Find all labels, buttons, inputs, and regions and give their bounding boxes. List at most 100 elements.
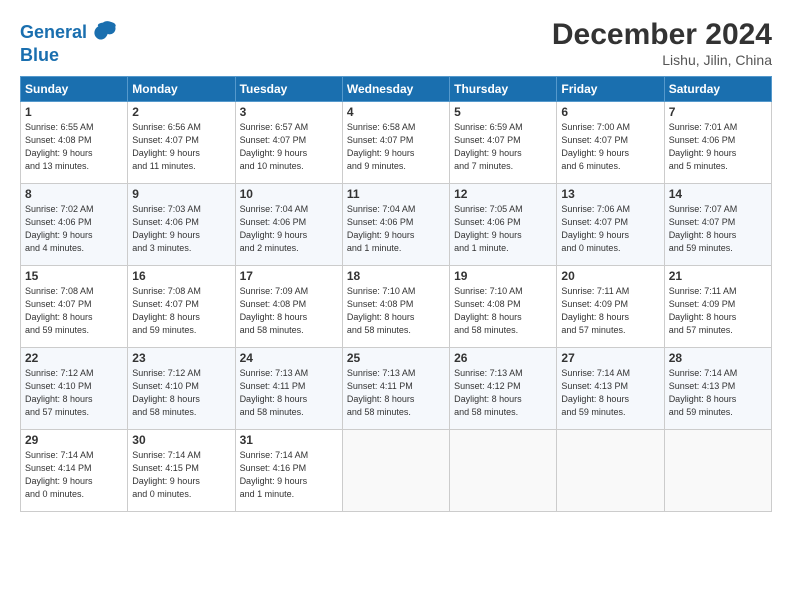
day-number: 23 xyxy=(132,351,230,365)
day-info: Sunrise: 7:06 AMSunset: 4:07 PMDaylight:… xyxy=(561,203,659,255)
day-cell-28: 28 Sunrise: 7:14 AMSunset: 4:13 PMDaylig… xyxy=(664,348,771,430)
day-number: 16 xyxy=(132,269,230,283)
day-number: 19 xyxy=(454,269,552,283)
day-cell-20: 20 Sunrise: 7:11 AMSunset: 4:09 PMDaylig… xyxy=(557,266,664,348)
day-number: 5 xyxy=(454,105,552,119)
day-number: 8 xyxy=(25,187,123,201)
day-cell-2: 2 Sunrise: 6:56 AMSunset: 4:07 PMDayligh… xyxy=(128,102,235,184)
day-number: 28 xyxy=(669,351,767,365)
day-cell-27: 27 Sunrise: 7:14 AMSunset: 4:13 PMDaylig… xyxy=(557,348,664,430)
month-title: December 2024 xyxy=(552,18,772,52)
week-row-3: 15 Sunrise: 7:08 AMSunset: 4:07 PMDaylig… xyxy=(21,266,772,348)
day-info: Sunrise: 6:58 AMSunset: 4:07 PMDaylight:… xyxy=(347,121,445,173)
logo-blue: Blue xyxy=(20,46,59,64)
week-row-5: 29 Sunrise: 7:14 AMSunset: 4:14 PMDaylig… xyxy=(21,430,772,512)
day-info: Sunrise: 7:03 AMSunset: 4:06 PMDaylight:… xyxy=(132,203,230,255)
th-tuesday: Tuesday xyxy=(235,77,342,102)
day-number: 2 xyxy=(132,105,230,119)
day-number: 21 xyxy=(669,269,767,283)
empty-cell xyxy=(342,430,449,512)
day-number: 22 xyxy=(25,351,123,365)
calendar: Sunday Monday Tuesday Wednesday Thursday… xyxy=(20,76,772,512)
day-info: Sunrise: 7:12 AMSunset: 4:10 PMDaylight:… xyxy=(25,367,123,419)
day-cell-1: 1 Sunrise: 6:55 AMSunset: 4:08 PMDayligh… xyxy=(21,102,128,184)
day-cell-12: 12 Sunrise: 7:05 AMSunset: 4:06 PMDaylig… xyxy=(450,184,557,266)
day-info: Sunrise: 6:57 AMSunset: 4:07 PMDaylight:… xyxy=(240,121,338,173)
day-info: Sunrise: 7:10 AMSunset: 4:08 PMDaylight:… xyxy=(454,285,552,337)
day-cell-31: 31 Sunrise: 7:14 AMSunset: 4:16 PMDaylig… xyxy=(235,430,342,512)
day-cell-21: 21 Sunrise: 7:11 AMSunset: 4:09 PMDaylig… xyxy=(664,266,771,348)
day-info: Sunrise: 7:14 AMSunset: 4:14 PMDaylight:… xyxy=(25,449,123,501)
weekday-header-row: Sunday Monday Tuesday Wednesday Thursday… xyxy=(21,77,772,102)
day-info: Sunrise: 7:14 AMSunset: 4:13 PMDaylight:… xyxy=(561,367,659,419)
day-info: Sunrise: 7:14 AMSunset: 4:16 PMDaylight:… xyxy=(240,449,338,501)
day-number: 26 xyxy=(454,351,552,365)
logo-general: General xyxy=(20,22,87,42)
day-cell-24: 24 Sunrise: 7:13 AMSunset: 4:11 PMDaylig… xyxy=(235,348,342,430)
empty-cell xyxy=(557,430,664,512)
day-cell-9: 9 Sunrise: 7:03 AMSunset: 4:06 PMDayligh… xyxy=(128,184,235,266)
empty-cell xyxy=(450,430,557,512)
day-info: Sunrise: 7:13 AMSunset: 4:11 PMDaylight:… xyxy=(240,367,338,419)
day-number: 10 xyxy=(240,187,338,201)
location: Lishu, Jilin, China xyxy=(552,52,772,68)
day-info: Sunrise: 7:01 AMSunset: 4:06 PMDaylight:… xyxy=(669,121,767,173)
empty-cell xyxy=(664,430,771,512)
day-cell-30: 30 Sunrise: 7:14 AMSunset: 4:15 PMDaylig… xyxy=(128,430,235,512)
day-info: Sunrise: 7:05 AMSunset: 4:06 PMDaylight:… xyxy=(454,203,552,255)
week-row-1: 1 Sunrise: 6:55 AMSunset: 4:08 PMDayligh… xyxy=(21,102,772,184)
day-number: 3 xyxy=(240,105,338,119)
day-number: 31 xyxy=(240,433,338,447)
day-number: 25 xyxy=(347,351,445,365)
day-number: 17 xyxy=(240,269,338,283)
day-number: 29 xyxy=(25,433,123,447)
day-info: Sunrise: 7:11 AMSunset: 4:09 PMDaylight:… xyxy=(669,285,767,337)
page: General Blue December 2024 Lishu, Jilin,… xyxy=(0,0,792,612)
day-cell-14: 14 Sunrise: 7:07 AMSunset: 4:07 PMDaylig… xyxy=(664,184,771,266)
th-saturday: Saturday xyxy=(664,77,771,102)
day-number: 4 xyxy=(347,105,445,119)
day-cell-6: 6 Sunrise: 7:00 AMSunset: 4:07 PMDayligh… xyxy=(557,102,664,184)
day-info: Sunrise: 7:00 AMSunset: 4:07 PMDaylight:… xyxy=(561,121,659,173)
header: General Blue December 2024 Lishu, Jilin,… xyxy=(20,18,772,68)
day-info: Sunrise: 7:10 AMSunset: 4:08 PMDaylight:… xyxy=(347,285,445,337)
logo-bird-icon xyxy=(89,18,117,46)
day-cell-5: 5 Sunrise: 6:59 AMSunset: 4:07 PMDayligh… xyxy=(450,102,557,184)
th-sunday: Sunday xyxy=(21,77,128,102)
day-cell-25: 25 Sunrise: 7:13 AMSunset: 4:11 PMDaylig… xyxy=(342,348,449,430)
day-number: 20 xyxy=(561,269,659,283)
day-info: Sunrise: 7:11 AMSunset: 4:09 PMDaylight:… xyxy=(561,285,659,337)
day-cell-17: 17 Sunrise: 7:09 AMSunset: 4:08 PMDaylig… xyxy=(235,266,342,348)
week-row-4: 22 Sunrise: 7:12 AMSunset: 4:10 PMDaylig… xyxy=(21,348,772,430)
day-number: 15 xyxy=(25,269,123,283)
day-info: Sunrise: 7:08 AMSunset: 4:07 PMDaylight:… xyxy=(25,285,123,337)
day-number: 7 xyxy=(669,105,767,119)
day-number: 12 xyxy=(454,187,552,201)
day-info: Sunrise: 7:12 AMSunset: 4:10 PMDaylight:… xyxy=(132,367,230,419)
day-info: Sunrise: 7:09 AMSunset: 4:08 PMDaylight:… xyxy=(240,285,338,337)
day-number: 6 xyxy=(561,105,659,119)
day-info: Sunrise: 6:55 AMSunset: 4:08 PMDaylight:… xyxy=(25,121,123,173)
day-cell-10: 10 Sunrise: 7:04 AMSunset: 4:06 PMDaylig… xyxy=(235,184,342,266)
day-number: 13 xyxy=(561,187,659,201)
day-number: 1 xyxy=(25,105,123,119)
day-number: 27 xyxy=(561,351,659,365)
logo: General Blue xyxy=(20,18,117,64)
day-info: Sunrise: 7:13 AMSunset: 4:11 PMDaylight:… xyxy=(347,367,445,419)
day-info: Sunrise: 7:07 AMSunset: 4:07 PMDaylight:… xyxy=(669,203,767,255)
day-info: Sunrise: 6:56 AMSunset: 4:07 PMDaylight:… xyxy=(132,121,230,173)
day-info: Sunrise: 7:08 AMSunset: 4:07 PMDaylight:… xyxy=(132,285,230,337)
day-info: Sunrise: 7:14 AMSunset: 4:15 PMDaylight:… xyxy=(132,449,230,501)
day-info: Sunrise: 7:13 AMSunset: 4:12 PMDaylight:… xyxy=(454,367,552,419)
th-wednesday: Wednesday xyxy=(342,77,449,102)
day-cell-16: 16 Sunrise: 7:08 AMSunset: 4:07 PMDaylig… xyxy=(128,266,235,348)
day-info: Sunrise: 6:59 AMSunset: 4:07 PMDaylight:… xyxy=(454,121,552,173)
day-info: Sunrise: 7:02 AMSunset: 4:06 PMDaylight:… xyxy=(25,203,123,255)
day-cell-22: 22 Sunrise: 7:12 AMSunset: 4:10 PMDaylig… xyxy=(21,348,128,430)
th-monday: Monday xyxy=(128,77,235,102)
week-row-2: 8 Sunrise: 7:02 AMSunset: 4:06 PMDayligh… xyxy=(21,184,772,266)
day-info: Sunrise: 7:04 AMSunset: 4:06 PMDaylight:… xyxy=(240,203,338,255)
day-cell-4: 4 Sunrise: 6:58 AMSunset: 4:07 PMDayligh… xyxy=(342,102,449,184)
day-cell-15: 15 Sunrise: 7:08 AMSunset: 4:07 PMDaylig… xyxy=(21,266,128,348)
day-number: 11 xyxy=(347,187,445,201)
